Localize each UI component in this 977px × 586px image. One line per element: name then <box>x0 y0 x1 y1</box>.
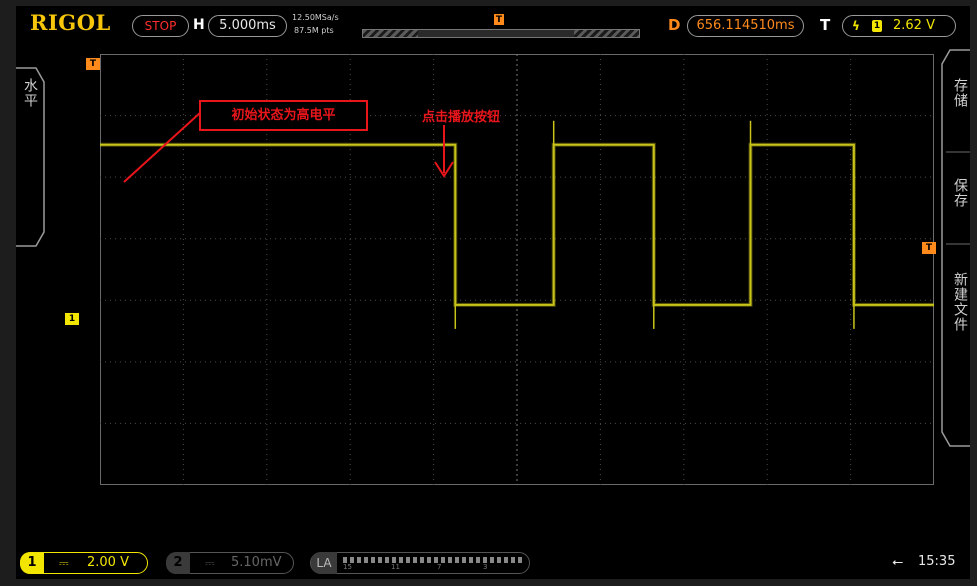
la-label: LA <box>311 552 337 574</box>
logic-analyzer-control[interactable]: LA 15 11 7 3 <box>310 552 530 574</box>
system-clock: 15:35 <box>918 554 956 569</box>
la-channel-label: 15 <box>343 563 352 571</box>
initial-state-text: 初始状态为高电平 <box>231 108 336 123</box>
channel1-number: 1 <box>20 552 44 574</box>
initial-state-annotation: 初始状态为高电平 <box>199 100 368 131</box>
initial-state-pointer <box>123 111 202 183</box>
channel2-number: 2 <box>166 552 190 574</box>
la-channel-label: 11 <box>391 563 400 571</box>
la-channel-label: 7 <box>437 563 442 571</box>
dc-coupling-icon: ⎓ <box>205 556 215 570</box>
la-channel-label: 3 <box>483 563 488 571</box>
channel1-scale: 2.00 V <box>87 555 129 570</box>
annotation-arrows <box>123 111 454 183</box>
oscilloscope-screen: RIGOL STOP H 5.000ms 12.50MSa/s 87.5M pt… <box>16 6 970 579</box>
press-play-annotation: 点击播放按钮 <box>422 110 501 125</box>
usb-icon: ⭠ <box>892 554 904 570</box>
channel1-control[interactable]: 1 ⎓ 2.00 V <box>20 552 148 574</box>
channel2-control[interactable]: 2 ⎓ 5.10mV <box>166 552 294 574</box>
la-channel-dots <box>343 557 523 563</box>
dc-coupling-icon: ⎓ <box>59 556 69 570</box>
channel2-scale: 5.10mV <box>231 555 282 570</box>
